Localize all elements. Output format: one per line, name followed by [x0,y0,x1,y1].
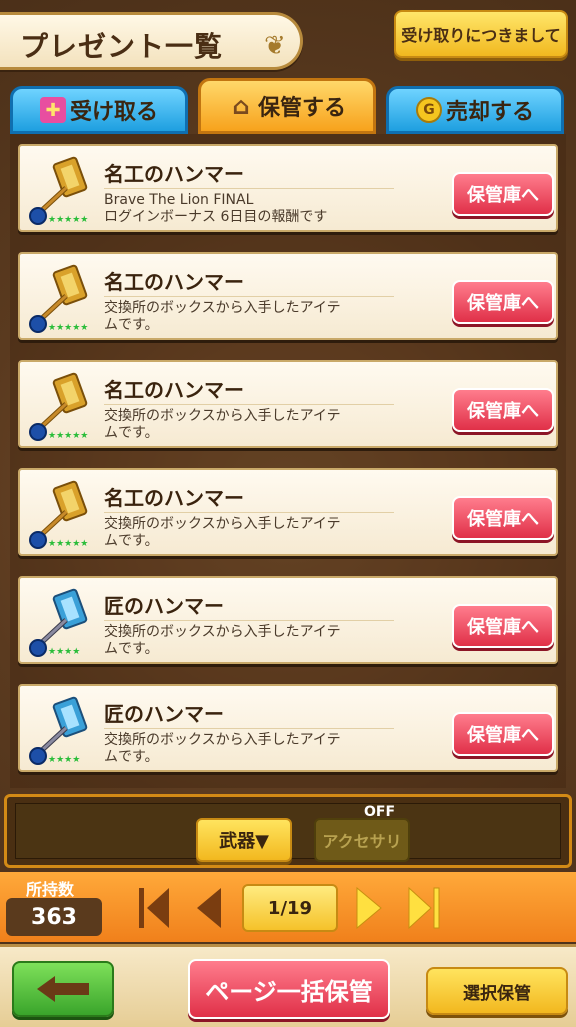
desc-line: 交換所のボックスから入手したアイテ [104,732,341,748]
last-page-icon[interactable] [404,884,444,932]
owned-count: 363 [6,898,102,936]
present-list[interactable]: ★★★★★ 名工のハンマー Brave The Lion FINAL ログインボ… [10,134,566,788]
svg-text:★★★★: ★★★★ [48,647,80,657]
coin-icon: G [415,97,442,123]
store-to-vault-button[interactable]: 保管庫へ [452,712,554,756]
page-title: プレゼント一覧 [20,30,224,63]
list-item: ★★★★★ 名工のハンマー 交換所のボックスから入手したアイテ ムです。 保管庫… [18,252,558,340]
owned-label: 所持数 [26,880,75,899]
gift-icon: ✚ [39,97,66,123]
item-description: 交換所のボックスから入手したアイテ ムです。 [104,728,394,766]
pager-bar: 所持数 363 1/19 [0,872,576,942]
select-store-button[interactable]: 選択保管 [426,967,568,1015]
item-name: 名工のハンマー [104,486,244,510]
tab-label: 受け取る [69,100,158,125]
page-indicator: 1/19 [242,884,338,932]
tab-label: 売却する [445,100,534,125]
list-item: ★★★★ 匠のハンマー 交換所のボックスから入手したアイテ ムです。 保管庫へ [18,684,558,772]
about-receiving-button[interactable]: 受け取りにつきまして [394,10,568,58]
item-name: 名工のハンマー [104,378,244,402]
desc-line: ムです。 [104,533,159,549]
golden-hammer-icon: ★★★★★ [28,370,102,442]
item-description: 交換所のボックスから入手したアイテ ムです。 [104,620,394,658]
list-item: ★★★★★ 名工のハンマー 交換所のボックスから入手したアイテ ムです。 保管庫… [18,468,558,556]
desc-line: ムです。 [104,641,159,657]
store-to-vault-button[interactable]: 保管庫へ [452,172,554,216]
list-item: ★★★★ 匠のハンマー 交換所のボックスから入手したアイテ ムです。 保管庫へ [18,576,558,664]
golden-hammer-icon: ★★★★★ [28,262,102,334]
back-button[interactable] [12,961,114,1017]
store-to-vault-button[interactable]: 保管庫へ [452,604,554,648]
desc-line: Brave The Lion FINAL [104,192,254,208]
house-icon: ⌂ [232,92,250,120]
store-to-vault-button[interactable]: 保管庫へ [452,280,554,324]
desc-line: ログインボーナス 6日目の報酬です [104,209,328,225]
filter-bar: 武器▼ アクセサリ OFF [4,794,572,868]
first-page-icon[interactable] [134,884,174,932]
blue-hammer-icon: ★★★★ [28,694,102,766]
item-name: 匠のハンマー [104,702,224,726]
svg-text:★★★★: ★★★★ [48,755,80,765]
next-page-icon[interactable] [350,884,390,932]
svg-text:★★★★★: ★★★★★ [48,215,88,225]
ornament-icon: ❦ [264,31,286,61]
bottom-bar: ページ一括保管 選択保管 [0,944,576,1027]
item-name: 名工のハンマー [104,162,244,186]
list-item: ★★★★★ 名工のハンマー 交換所のボックスから入手したアイテ ムです。 保管庫… [18,360,558,448]
desc-line: 交換所のボックスから入手したアイテ [104,408,341,424]
tab-receive[interactable]: ✚ 受け取る [10,86,188,134]
item-name: 名工のハンマー [104,270,244,294]
title-plate: プレゼント一覧 ❦ [0,12,303,70]
item-description: 交換所のボックスから入手したアイテ ムです。 [104,296,394,334]
desc-line: ムです。 [104,317,159,333]
list-item: ★★★★★ 名工のハンマー Brave The Lion FINAL ログインボ… [18,144,558,232]
svg-text:★★★★★: ★★★★★ [48,539,88,549]
tab-sell[interactable]: G 売却する [386,86,564,134]
filter-panel: 武器▼ アクセサリ OFF [15,803,561,862]
store-to-vault-button[interactable]: 保管庫へ [452,496,554,540]
golden-hammer-icon: ★★★★★ [28,478,102,550]
golden-hammer-icon: ★★★★★ [28,154,102,226]
desc-line: 交換所のボックスから入手したアイテ [104,516,341,532]
item-description: 交換所のボックスから入手したアイテ ムです。 [104,512,394,550]
tab-store[interactable]: ⌂ 保管する [198,78,376,134]
prev-page-icon[interactable] [188,884,228,932]
page-bulk-store-button[interactable]: ページ一括保管 [188,959,390,1019]
store-to-vault-button[interactable]: 保管庫へ [452,388,554,432]
svg-text:★★★★★: ★★★★★ [48,431,88,441]
tab-label: 保管する [257,96,346,121]
desc-line: ムです。 [104,425,159,441]
desc-line: ムです。 [104,749,159,765]
item-name: 匠のハンマー [104,594,224,618]
accessory-toggle[interactable]: アクセサリ [314,818,410,862]
item-description: Brave The Lion FINAL ログインボーナス 6日目の報酬です [104,188,394,226]
blue-hammer-icon: ★★★★ [28,586,102,658]
desc-line: 交換所のボックスから入手したアイテ [104,300,341,316]
accessory-state-label: OFF [364,804,396,820]
item-description: 交換所のボックスから入手したアイテ ムです。 [104,404,394,442]
back-arrow-icon [37,976,89,1002]
weapon-filter-dropdown[interactable]: 武器▼ [196,818,292,862]
desc-line: 交換所のボックスから入手したアイテ [104,624,341,640]
svg-text:★★★★★: ★★★★★ [48,323,88,333]
